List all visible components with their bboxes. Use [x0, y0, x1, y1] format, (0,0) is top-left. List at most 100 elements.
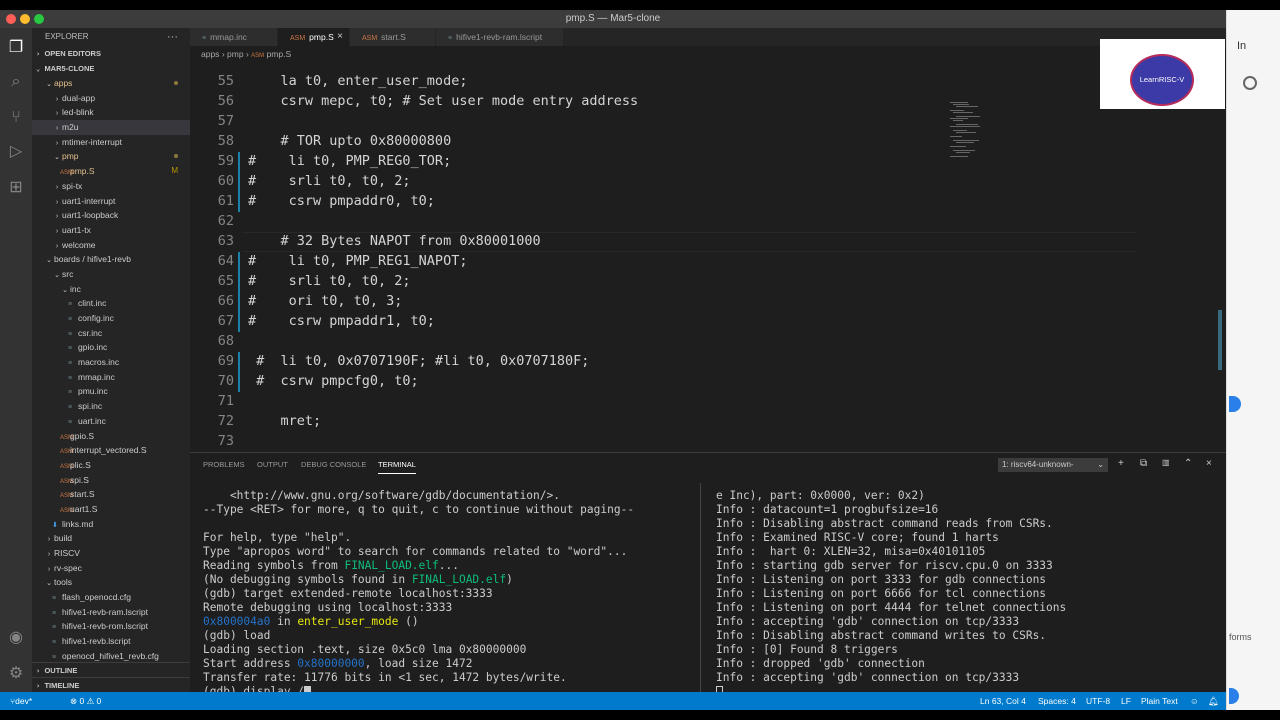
tree-file[interactable]: ASMuart1.S: [32, 502, 190, 517]
code-line[interactable]: # csrw pmpaddr1, t0;: [248, 313, 435, 329]
code-line[interactable]: # srli t0, t0, 2;: [248, 173, 411, 189]
code-editor[interactable]: 55 la t0, enter_user_mode; 56 csrw mepc, …: [190, 62, 1226, 452]
close-icon[interactable]: ×: [337, 28, 343, 46]
tab-problems[interactable]: PROBLEMS: [203, 460, 245, 474]
code-line[interactable]: # 32 Bytes NAPOT from 0x80001000: [248, 233, 541, 249]
minimize-window-button[interactable]: [20, 14, 30, 24]
tree-file[interactable]: ≡ csr.inc: [32, 326, 190, 341]
tree-folder[interactable]: › welcome: [32, 238, 190, 253]
add-terminal-icon[interactable]: +: [1118, 458, 1124, 469]
tree-file[interactable]: ASMstart.S: [32, 487, 190, 502]
tree-folder[interactable]: ⌄ tools: [32, 575, 190, 590]
code-line[interactable]: csrw mepc, t0; # Set user mode entry add…: [248, 93, 639, 109]
tree-file[interactable]: ≡ clint.inc: [32, 296, 190, 311]
code-line[interactable]: la t0, enter_user_mode;: [248, 73, 468, 89]
branch-status[interactable]: ⑂ dev*: [10, 692, 32, 710]
tree-folder[interactable]: › dual-app: [32, 91, 190, 106]
tab-mmap-inc[interactable]: ≡ mmap.inc: [190, 28, 278, 46]
terminal-split-divider[interactable]: [700, 483, 701, 693]
code-line[interactable]: # ori t0, t0, 3;: [248, 293, 402, 309]
tree-folder[interactable]: ⌄ pmp: [32, 149, 190, 164]
tree-file[interactable]: ≡ config.inc: [32, 311, 190, 326]
tab-pmp-s[interactable]: ASM pmp.S ×: [278, 28, 350, 46]
tree-file[interactable]: ASMplic.S: [32, 458, 190, 473]
tree-folder[interactable]: › led-blink: [32, 105, 190, 120]
tree-file[interactable]: ≡ uart.inc: [32, 414, 190, 429]
tree-folder[interactable]: › uart1-interrupt: [32, 194, 190, 209]
code-line[interactable]: # TOR upto 0x80000800: [248, 133, 452, 149]
code-line[interactable]: # srli t0, t0, 2;: [248, 273, 411, 289]
breadcrumb-item[interactable]: pmp.S: [267, 49, 292, 59]
settings-gear-icon[interactable]: ⚙: [6, 664, 26, 684]
terminal-right[interactable]: e Inc), part: 0x0000, ver: 0x2) Info : da…: [716, 489, 1066, 699]
tree-file[interactable]: ASMpmp.S M: [32, 164, 190, 179]
tab-terminal[interactable]: TERMINAL: [378, 460, 416, 474]
tree-file[interactable]: ⬇ links.md: [32, 517, 190, 532]
minimap[interactable]: [950, 62, 1030, 162]
code-line[interactable]: # csrw pmpaddr0, t0;: [248, 193, 435, 209]
breadcrumb-item[interactable]: pmp: [227, 49, 244, 59]
tree-file[interactable]: ≡ macros.inc: [32, 355, 190, 370]
close-panel-icon[interactable]: ×: [1206, 458, 1212, 469]
terminal-select[interactable]: 1: riscv64-unknown- ⌄: [998, 458, 1108, 472]
tree-folder[interactable]: › m2u: [32, 120, 190, 135]
indentation-status[interactable]: Spaces: 4: [1038, 692, 1076, 710]
tree-folder[interactable]: ⌄ boards / hifive1-revb: [32, 252, 190, 267]
breadcrumb-item[interactable]: apps: [201, 49, 219, 59]
tab-output[interactable]: OUTPUT: [257, 460, 288, 474]
tree-file[interactable]: ≡ hifive1-revb-rom.lscript: [32, 619, 190, 634]
tree-folder[interactable]: ⌄ inc: [32, 282, 190, 297]
code-line[interactable]: mret;: [248, 413, 322, 429]
code-line[interactable]: # li t0, 0x0707190F; #li t0, 0x0707180F;: [248, 353, 589, 369]
code-line[interactable]: # li t0, PMP_REG0_TOR;: [248, 153, 451, 169]
timeline-section[interactable]: › TIMELINE: [32, 677, 190, 692]
tree-folder[interactable]: › uart1-tx: [32, 223, 190, 238]
tree-file[interactable]: ≡ gpio.inc: [32, 340, 190, 355]
project-section[interactable]: ⌄ MAR5-CLONE: [32, 61, 190, 76]
split-terminal-icon[interactable]: ⧉: [1140, 458, 1147, 469]
tree-file[interactable]: ASMspi.S: [32, 473, 190, 488]
tree-file[interactable]: ≡ hifive1-revb-ram.lscript: [32, 605, 190, 620]
tree-file[interactable]: ≡ spi.inc: [32, 399, 190, 414]
extensions-icon[interactable]: ⊞: [6, 178, 26, 198]
maximize-panel-icon[interactable]: ⌃: [1184, 458, 1192, 469]
tab-hifive1-revb-ram-lscript[interactable]: ≡ hifive1-revb-ram.lscript: [436, 28, 564, 46]
code-line[interactable]: # csrw pmpcfg0, t0;: [248, 373, 419, 389]
tree-file[interactable]: ASMgpio.S: [32, 429, 190, 444]
outline-section[interactable]: › OUTLINE: [32, 662, 190, 677]
tree-folder[interactable]: › RISCV: [32, 546, 190, 561]
feedback-icon[interactable]: ☺: [1190, 692, 1199, 710]
tree-file[interactable]: ≡ mmap.inc: [32, 370, 190, 385]
problems-status[interactable]: ⊗ 0 ⚠ 0: [70, 692, 101, 710]
open-editors-section[interactable]: › OPEN EDITORS: [32, 46, 190, 61]
notifications-icon[interactable]: 🔔︎: [1208, 692, 1219, 710]
zoom-window-button[interactable]: [34, 14, 44, 24]
tree-folder[interactable]: ⌄ apps: [32, 76, 190, 91]
tree-file[interactable]: ≡ pmu.inc: [32, 384, 190, 399]
tree-folder[interactable]: › rv-spec: [32, 561, 190, 576]
tree-folder[interactable]: ⌄ src: [32, 267, 190, 282]
explorer-icon[interactable]: ❐: [6, 38, 26, 58]
tree-file[interactable]: ≡ flash_openocd.cfg: [32, 590, 190, 605]
tree-folder[interactable]: › uart1-loopback: [32, 208, 190, 223]
cursor-position[interactable]: Ln 63, Col 4: [980, 692, 1026, 710]
tab-debug-console[interactable]: DEBUG CONSOLE: [301, 460, 366, 474]
tree-file[interactable]: ≡ hifive1-revb.lscript: [32, 634, 190, 649]
editor-scrollbar[interactable]: [1218, 310, 1222, 370]
tree-folder[interactable]: › spi-tx: [32, 179, 190, 194]
terminal-left[interactable]: <http://www.gnu.org/software/gdb/documen…: [203, 489, 634, 699]
code-line[interactable]: # li t0, PMP_REG1_NAPOT;: [248, 253, 467, 269]
source-control-icon[interactable]: ⑂: [6, 108, 26, 128]
tab-start-s[interactable]: ASM start.S: [350, 28, 436, 46]
run-debug-icon[interactable]: ▷: [6, 142, 26, 162]
tree-file[interactable]: ASMinterrupt_vectored.S: [32, 443, 190, 458]
more-actions-icon[interactable]: ···: [167, 28, 178, 46]
account-icon[interactable]: ◉: [6, 628, 26, 648]
trash-icon[interactable]: ▥: [1162, 458, 1170, 467]
tree-folder[interactable]: › build: [32, 531, 190, 546]
search-icon[interactable]: ⌕: [6, 72, 26, 92]
tree-folder[interactable]: › mtimer-interrupt: [32, 135, 190, 150]
eol-status[interactable]: LF: [1121, 692, 1131, 710]
encoding-status[interactable]: UTF-8: [1086, 692, 1110, 710]
language-mode[interactable]: Plain Text: [1141, 692, 1178, 710]
